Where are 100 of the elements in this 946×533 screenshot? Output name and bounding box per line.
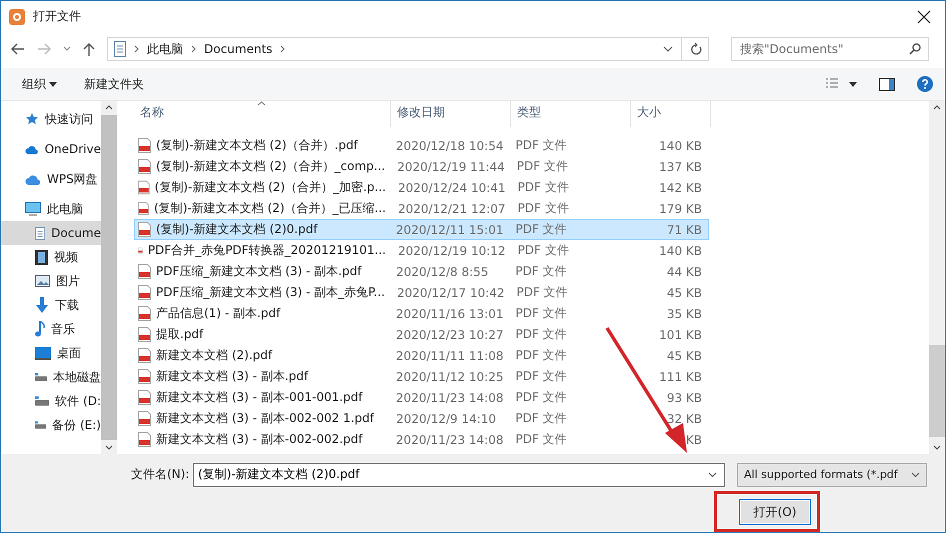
file-name: (复制)-新建文本文档 (2)（合并）_加密.p... [154,179,386,196]
file-name: PDF合并_赤兔PDF转换器_20201219101... [148,242,386,259]
table-cell-text: PDF 文件 [514,326,568,343]
column-header[interactable]: 大小 [631,101,711,127]
sidebar-item[interactable]: OneDrive [1,137,101,161]
open-button[interactable]: 打开(O) [739,499,811,525]
table-cell-text: 2020/11/16 13:01 [394,306,504,320]
file-row[interactable]: (复制)-新建文本文档 (2)（合并）.pdf 2020/12/18 10:54 PDF 文件 140 KB [134,135,709,156]
table-cell-text: 35 KB [666,306,703,320]
pdf-file-icon [138,390,151,405]
organize-button[interactable]: 组织 [19,74,49,94]
caret-icon[interactable] [849,82,857,86]
file-row[interactable]: (复制)-新建文本文档 (2)（合并）_comp... 2020/12/19 11:44 PDF 文件 137 KB [134,156,709,177]
scroll-up-icon[interactable] [105,105,113,110]
table-cell-text: 2020/11/23 14:08 [394,432,504,446]
sidebar-item[interactable]: 此电脑 [1,197,101,221]
table-cell-text: PDF 文件 [514,305,568,322]
table-cell-text: 2020/12/19 10:12 [397,244,507,258]
table-cell-text: 2020/12/24 10:41 [397,180,507,194]
breadcrumb[interactable]: Documents [204,42,272,56]
download-icon [35,297,49,313]
table-cell-text: 2020/12/8 8:55 [395,264,490,278]
file-name: PDF压缩_新建文本文档 (3) - 副本.pdf [156,263,362,280]
refresh-icon[interactable] [690,42,702,56]
table-cell-text: 2020/12/11 15:01 [394,222,504,236]
star-icon [25,112,39,126]
file-row[interactable]: 新建文本文档 (3) - 副本-001-001.pdf 2020/11/23 14:08 PDF 文件 93 KB [134,387,709,408]
pdf-file-icon [138,180,150,195]
sidebar-item[interactable]: 本地磁盘 [1,365,101,389]
file-row[interactable]: 新建文本文档 (2).pdf 2020/11/11 11:08 PDF 文件 45 KB [134,345,709,366]
new-folder-button[interactable]: 新建文件夹 [81,74,147,94]
scrollbar[interactable] [929,101,945,454]
table-cell-text: PDF 文件 [514,221,568,238]
column-header[interactable]: 名称 [134,101,391,127]
table-cell-text: 71 KB [666,222,703,236]
sidebar-item[interactable]: WPS网盘 [1,167,101,191]
sidebar-item[interactable]: 桌面 [1,341,101,365]
file-row[interactable]: 新建文本文档 (3) - 副本.pdf 2020/11/12 10:25 PDF 文件 111 KB [134,366,709,387]
pdf-file-icon [138,222,151,237]
file-type-dropdown[interactable]: All supported formats (*.pdf [737,462,927,486]
file-row[interactable]: 提取.pdf 2020/12/23 10:27 PDF 文件 101 KB [134,324,709,345]
column-header[interactable]: 类型 [511,101,631,127]
search-field[interactable]: 搜索"Documents" [731,37,929,61]
file-name: (复制)-新建文本文档 (2)（合并）_已压缩... [154,200,386,217]
file-row[interactable]: (复制)-新建文本文档 (2)（合并）_已压缩... 2020/12/21 12:07 PDF 文件 179 KB [134,198,709,219]
scroll-up-icon[interactable] [933,105,941,110]
help-icon[interactable] [917,76,933,92]
table-cell-text: KB [684,432,703,446]
file-row[interactable]: 新建文本文档 (3) - 副本-002-002 1.pdf 2020/12/9 14:10 PDF 文件 32 KB [134,408,709,429]
sidebar-item[interactable]: 音乐 [1,317,101,341]
drive-icon [35,396,50,406]
file-row[interactable]: 新建文本文档 (3) - 副本-002-002.pdf 2020/11/23 14:08 PDF 文件 KB [134,429,709,450]
scrollbar[interactable] [101,101,117,454]
sidebar-item[interactable]: 软件 (D: [1,389,101,413]
table-cell-text: 2020/12/9 14:10 [395,412,498,426]
sidebar-item[interactable]: 图片 [1,269,101,293]
caret-icon [49,82,57,86]
pdf-file-icon [138,369,151,384]
preview-pane-icon[interactable] [879,78,895,90]
document-icon [114,41,126,57]
file-name: 新建文本文档 (3) - 副本-002-002 1.pdf [156,410,374,427]
file-row[interactable]: (复制)-新建文本文档 (2)0.pdf 2020/12/11 15:01 PDF 文件 71 KB [134,219,709,240]
pdf-file-icon [138,201,150,216]
sidebar-item[interactable]: 下载 [1,293,101,317]
column-header[interactable]: 修改日期 [391,101,511,127]
table-cell-text: 2020/12/19 11:44 [396,160,506,174]
table-cell-text: 101 KB [658,328,703,342]
sidebar-item[interactable]: Docume [1,221,101,245]
chevron-down-icon[interactable] [708,472,717,478]
table-cell-text: PDF 文件 [516,284,569,301]
scroll-down-icon[interactable] [933,445,941,450]
close-icon[interactable] [917,10,931,24]
cloud-icon [25,144,39,154]
table-cell-text: PDF 文件 [514,389,568,406]
file-name: PDF压缩_新建文本文档 (3) - 副本_赤兔P... [156,284,385,301]
scroll-down-icon[interactable] [105,445,113,450]
chevron-down-icon[interactable] [63,46,71,52]
back-icon[interactable] [11,43,25,55]
file-row[interactable]: PDF压缩_新建文本文档 (3) - 副本.pdf 2020/12/8 8:55 PDF 文件 44 KB [134,261,709,282]
filename-field[interactable]: (复制)-新建文本文档 (2)0.pdf [193,462,725,486]
table-cell-text: 93 KB [666,390,703,404]
up-icon[interactable] [83,42,95,56]
file-row[interactable]: PDF压缩_新建文本文档 (3) - 副本_赤兔P... 2020/12/17 10:42 PDF 文件 45 KB [134,282,709,303]
table-cell-text: 137 KB [658,160,703,174]
file-row[interactable]: (复制)-新建文本文档 (2)（合并）_加密.p... 2020/12/24 10:41 PDF 文件 142 KB [134,177,709,198]
pdf-file-icon [138,138,151,153]
address-bar[interactable]: 此电脑 Documents [107,37,709,61]
table-cell-text: 2020/12/21 12:07 [397,202,507,216]
sidebar-item[interactable]: 视频 [1,245,101,269]
file-row[interactable]: 产品信息(1) - 副本.pdf 2020/11/16 13:01 PDF 文件 35 KB [134,303,709,324]
table-cell-text: 32 KB [666,412,703,426]
sidebar-item[interactable]: 快速访问 [1,107,101,131]
file-row[interactable]: PDF合并_赤兔PDF转换器_20201219101... 2020/12/19 10:12 PDF 文件 140 KB [134,240,709,261]
table-cell-text: 2020/11/11 11:08 [394,348,504,362]
table-cell-text: 179 KB [658,202,703,216]
breadcrumb[interactable]: 此电脑 [147,40,183,58]
table-cell-text: PDF 文件 [516,158,569,175]
chevron-down-icon[interactable] [663,46,673,52]
sidebar-item[interactable]: 备份 (E:) [1,413,101,437]
table-cell-text: PDF 文件 [514,137,568,154]
